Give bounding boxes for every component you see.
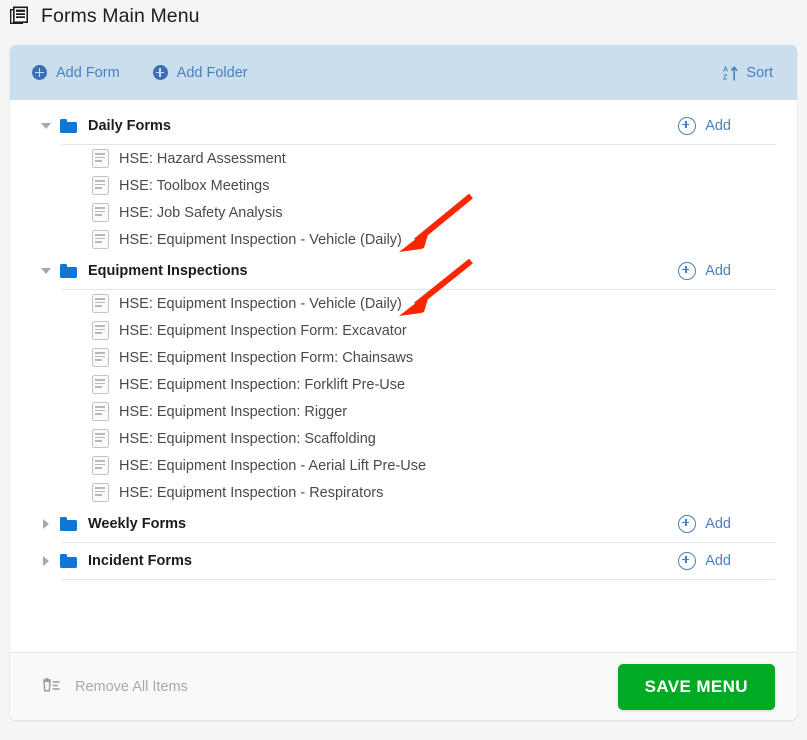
- toolbar: Add Form Add Folder A Z Sort: [10, 45, 797, 100]
- triangle-glyph: [41, 268, 51, 274]
- sort-az-ascending-icon: A Z: [723, 65, 739, 81]
- folder-group: Equipment Inspections Add HSE: Equipment I…: [32, 253, 775, 506]
- form-document-icon: [92, 321, 109, 340]
- folder-icon: [60, 264, 77, 278]
- folder-add-button[interactable]: Add: [678, 262, 731, 280]
- form-item-row[interactable]: HSE: Equipment Inspection - Respirators: [32, 479, 775, 506]
- form-document-icon: [92, 456, 109, 475]
- folder-icon: [60, 554, 77, 568]
- triangle-glyph: [41, 123, 51, 129]
- form-item-label: HSE: Equipment Inspection - Respirators: [119, 484, 384, 501]
- plus-circle-icon: [152, 65, 168, 80]
- folder-name: Daily Forms: [88, 118, 171, 134]
- folder-name: Incident Forms: [88, 553, 192, 569]
- form-item-row[interactable]: HSE: Equipment Inspection: Forklift Pre-…: [32, 371, 775, 398]
- form-item-label: HSE: Equipment Inspection Form: Excavato…: [119, 322, 407, 339]
- folder-row[interactable]: Weekly Forms Add: [32, 506, 775, 542]
- folder-name: Weekly Forms: [88, 516, 187, 532]
- form-item-label: HSE: Equipment Inspection: Scaffolding: [119, 430, 376, 447]
- add-form-label: Add Form: [56, 64, 120, 81]
- form-document-icon: [92, 176, 109, 195]
- folder-add-label: Add: [705, 118, 731, 134]
- form-item-row[interactable]: HSE: Equipment Inspection - Vehicle (Dai…: [32, 290, 775, 317]
- folder-row[interactable]: Daily Forms Add: [32, 108, 775, 144]
- folder-icon: [60, 119, 77, 133]
- folder-group: Daily Forms Add HSE: Hazard Assessment HSE:…: [32, 108, 775, 253]
- sort-label: Sort: [746, 64, 773, 81]
- plus-circle-outline-icon: [678, 117, 697, 135]
- form-document-icon: [92, 483, 109, 502]
- form-document-icon: [92, 230, 109, 249]
- folder-add-label: Add: [705, 516, 731, 532]
- form-item-label: HSE: Equipment Inspection: Forklift Pre-…: [119, 376, 406, 393]
- form-document-icon: [92, 375, 109, 394]
- folder-group: Weekly Forms Add: [32, 506, 775, 543]
- folder-add-button[interactable]: Add: [678, 117, 731, 135]
- form-document-icon: [92, 429, 109, 448]
- folder-row[interactable]: Incident Forms Add: [32, 543, 775, 579]
- form-item-row[interactable]: HSE: Equipment Inspection Form: Excavato…: [32, 317, 775, 344]
- folder-add-button[interactable]: Add: [678, 552, 731, 570]
- add-folder-label: Add Folder: [176, 64, 248, 81]
- row-divider: [62, 579, 775, 580]
- folder-add-button[interactable]: Add: [678, 515, 731, 533]
- folder-icon: [60, 517, 77, 531]
- form-item-label: HSE: Equipment Inspection: Rigger: [119, 403, 348, 420]
- folder-group: Incident Forms Add: [32, 543, 775, 580]
- form-document-icon: [92, 402, 109, 421]
- form-item-row[interactable]: HSE: Equipment Inspection - Aerial Lift …: [32, 452, 775, 479]
- plus-circle-outline-icon: [678, 552, 697, 570]
- folder-items: HSE: Hazard Assessment HSE: Toolbox Meeti…: [32, 145, 775, 253]
- form-item-row[interactable]: HSE: Equipment Inspection - Vehicle (Dai…: [32, 226, 775, 253]
- footer-bar: Remove All Items SAVE MENU: [10, 652, 797, 720]
- forms-menu-card: Add Form Add Folder A Z Sort Daily Forms…: [10, 45, 797, 720]
- form-document-icon: [92, 348, 109, 367]
- triangle-glyph: [43, 556, 49, 566]
- form-item-row[interactable]: HSE: Toolbox Meetings: [32, 172, 775, 199]
- forms-tree: Daily Forms Add HSE: Hazard Assessment HSE:…: [10, 100, 797, 652]
- svg-text:Z: Z: [723, 74, 728, 80]
- form-document-icon: [92, 149, 109, 168]
- page-title: Forms Main Menu: [41, 4, 200, 27]
- form-item-label: HSE: Equipment Inspection - Aerial Lift …: [119, 457, 427, 474]
- form-document-icon: [92, 294, 109, 313]
- folder-add-label: Add: [705, 553, 731, 569]
- remove-all-items-label: Remove All Items: [75, 678, 188, 695]
- folder-add-label: Add: [705, 263, 731, 279]
- folder-name: Equipment Inspections: [88, 263, 248, 279]
- collapse-triangle-icon[interactable]: [35, 253, 57, 289]
- svg-text:A: A: [723, 66, 728, 73]
- plus-circle-outline-icon: [678, 515, 697, 533]
- form-item-row[interactable]: HSE: Hazard Assessment: [32, 145, 775, 172]
- add-folder-button[interactable]: Add Folder: [152, 64, 248, 81]
- plus-circle-icon: [32, 65, 47, 80]
- expand-triangle-icon[interactable]: [35, 543, 57, 579]
- expand-triangle-icon[interactable]: [35, 506, 57, 542]
- folder-row[interactable]: Equipment Inspections Add: [32, 253, 775, 289]
- form-item-label: HSE: Job Safety Analysis: [119, 204, 283, 221]
- sort-button[interactable]: A Z Sort: [723, 64, 773, 82]
- form-item-label: HSE: Equipment Inspection Form: Chainsaw…: [119, 349, 414, 366]
- plus-circle-outline-icon: [678, 262, 697, 280]
- form-item-label: HSE: Hazard Assessment: [119, 150, 286, 167]
- form-item-label: HSE: Equipment Inspection - Vehicle (Dai…: [119, 295, 402, 312]
- page-header: Forms Main Menu: [0, 0, 807, 32]
- forms-stack-icon: [9, 5, 31, 27]
- form-item-row[interactable]: HSE: Equipment Inspection: Rigger: [32, 398, 775, 425]
- save-menu-button[interactable]: SAVE MENU: [617, 663, 775, 710]
- form-item-label: HSE: Equipment Inspection - Vehicle (Dai…: [119, 231, 402, 248]
- form-item-row[interactable]: HSE: Equipment Inspection: Scaffolding: [32, 425, 775, 452]
- form-item-row[interactable]: HSE: Equipment Inspection Form: Chainsaw…: [32, 344, 775, 371]
- triangle-glyph: [43, 519, 49, 529]
- trash-list-icon: [40, 677, 62, 696]
- add-form-button[interactable]: Add Form: [32, 65, 120, 81]
- folder-items: HSE: Equipment Inspection - Vehicle (Dai…: [32, 290, 775, 506]
- form-item-label: HSE: Toolbox Meetings: [119, 177, 270, 194]
- form-document-icon: [92, 203, 109, 222]
- form-item-row[interactable]: HSE: Job Safety Analysis: [32, 199, 775, 226]
- collapse-triangle-icon[interactable]: [35, 108, 57, 144]
- remove-all-items-button[interactable]: Remove All Items: [40, 677, 188, 696]
